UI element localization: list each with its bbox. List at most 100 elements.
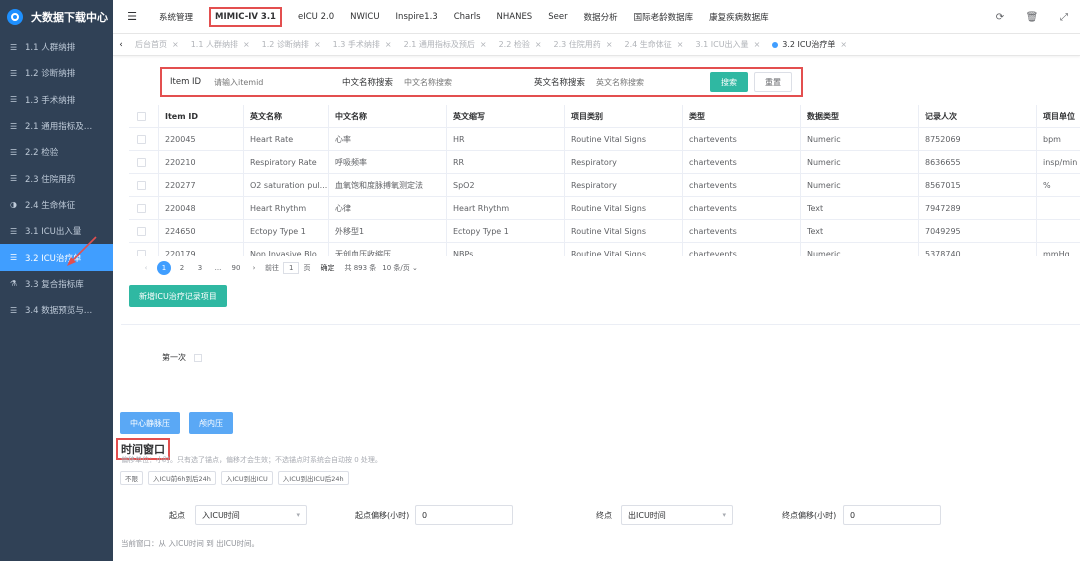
time-window-preset-button[interactable]: 入ICU到出ICU后24h: [277, 471, 349, 485]
tag-item[interactable]: 后台首页 ×: [129, 39, 185, 50]
trash-icon[interactable]: 🗑: [1016, 12, 1048, 23]
item-id-input[interactable]: [214, 77, 324, 87]
tag-item[interactable]: 3.2 ICU治疗单 ×: [766, 39, 853, 50]
end-select[interactable]: 出ICU时间 ▾: [621, 505, 733, 525]
row-checkbox[interactable]: [137, 203, 146, 213]
start-offset-input[interactable]: 0: [415, 505, 513, 525]
cn-name-input[interactable]: [404, 77, 534, 87]
row-checkbox[interactable]: [137, 226, 146, 236]
sidebar-item[interactable]: ☰ 2.1 通用指标及…: [0, 113, 113, 139]
db-tab-label: eICU 2.0: [297, 11, 335, 22]
row-checkbox-cell: [129, 151, 159, 173]
db-tab[interactable]: Charls: [446, 0, 489, 34]
db-tab[interactable]: 系统管理: [151, 0, 201, 34]
row-checkbox[interactable]: [137, 157, 146, 167]
sidebar-item[interactable]: ☰ 3.4 数据预览与…: [0, 297, 113, 323]
page-number[interactable]: ...: [211, 261, 225, 275]
close-icon[interactable]: ×: [754, 40, 761, 49]
close-icon[interactable]: ×: [314, 40, 321, 49]
confirm-button[interactable]: 确定: [320, 263, 334, 273]
row-checkbox[interactable]: [137, 249, 146, 256]
close-icon[interactable]: ×: [606, 40, 613, 49]
search-button[interactable]: 搜索: [710, 72, 748, 92]
start-select[interactable]: 入ICU时间 ▾: [195, 505, 307, 525]
table-row[interactable]: 224650 Ectopy Type 1 外移型1 Ectopy Type 1 Rout…: [129, 220, 1080, 243]
table-row[interactable]: 220277 O2 saturation pul... 血氧饱和度脉搏氧测定法 SpO…: [129, 174, 1080, 197]
close-icon[interactable]: ×: [385, 40, 392, 49]
tag-item[interactable]: 3.1 ICU出入量 ×: [689, 39, 766, 50]
fullscreen-icon[interactable]: ⤢: [1048, 12, 1080, 23]
sidebar-item[interactable]: ◑ 2.4 生命体征: [0, 192, 113, 218]
column-header: 类型: [683, 105, 801, 127]
close-icon[interactable]: ×: [535, 40, 542, 49]
table-cell: Non Invasive Blo...: [244, 243, 329, 256]
end-offset-input[interactable]: 0: [843, 505, 941, 525]
close-icon[interactable]: ×: [840, 40, 847, 49]
tag-item[interactable]: 2.3 住院用药 ×: [548, 39, 619, 50]
table-row[interactable]: 220048 Heart Rhythm 心律 Heart Rhythm Routine …: [129, 197, 1080, 220]
cvp-button[interactable]: 中心静脉压: [120, 412, 180, 434]
db-tab[interactable]: NHANES: [489, 0, 541, 34]
tag-item[interactable]: 2.2 检验 ×: [493, 39, 548, 50]
table-cell: HR: [447, 128, 565, 150]
db-tab[interactable]: eICU 2.0: [290, 0, 342, 34]
sidebar-nav: ☰ 1.1 人群纳排 ☰ 1.2 诊断纳排 ☰ 1.3 手术纳排 ☰ 2.1 通用指标及… ☰ 2…: [0, 34, 113, 323]
chevron-left-icon[interactable]: ‹: [113, 40, 129, 50]
row-checkbox[interactable]: [137, 180, 146, 190]
row-checkbox[interactable]: [137, 134, 146, 144]
current-window-text: 当前窗口：从 入ICU时间 到 出ICU时间。: [121, 539, 260, 548]
db-tab[interactable]: 数据分析: [576, 0, 626, 34]
table-cell: mmHg: [1037, 243, 1080, 257]
sidebar-item[interactable]: ☰ 1.1 人群纳排: [0, 34, 113, 60]
sidebar-item[interactable]: ⚗ 3.3 复合指标库: [0, 271, 113, 297]
refresh-icon[interactable]: ⟳: [984, 12, 1016, 23]
list-icon: ☰: [10, 226, 18, 236]
page-number[interactable]: 2: [175, 261, 189, 275]
close-icon[interactable]: ×: [677, 40, 684, 49]
tag-item[interactable]: 1.2 诊断纳排 ×: [256, 39, 327, 50]
table-row[interactable]: 220179 Non Invasive Blo... 无创血压收缩压 NBPs Rout…: [129, 243, 1080, 256]
first-time-checkbox[interactable]: [194, 353, 202, 362]
sidebar-item[interactable]: ☰ 2.3 住院用药: [0, 165, 113, 191]
tag-item[interactable]: 2.1 通用指标及预后 ×: [398, 39, 493, 50]
time-window-preset-button[interactable]: 不限: [120, 471, 143, 485]
close-icon[interactable]: ×: [172, 40, 179, 49]
db-tab[interactable]: Seer: [540, 0, 575, 34]
sidebar-item[interactable]: ☰ 2.2 检验: [0, 139, 113, 165]
annotation-arrow-icon: [67, 236, 97, 266]
app-logo[interactable]: 大数据下载中心: [0, 0, 113, 34]
reset-button[interactable]: 重置: [754, 72, 792, 92]
next-page-icon[interactable]: ›: [247, 261, 261, 275]
hamburger-icon[interactable]: ☰: [113, 10, 151, 23]
prev-page-icon[interactable]: ‹: [139, 261, 153, 275]
db-tab[interactable]: 国际老龄数据库: [626, 0, 702, 34]
table-row[interactable]: 220210 Respiratory Rate 呼吸频率 RR Respiratory c…: [129, 151, 1080, 174]
page-size-select[interactable]: 10 条/页 ⌄: [382, 263, 418, 273]
close-icon[interactable]: ×: [480, 40, 487, 49]
close-icon[interactable]: ×: [243, 40, 250, 49]
iap-button[interactable]: 颅内压: [189, 412, 233, 434]
db-tab[interactable]: Inspire1.3: [388, 0, 446, 34]
sidebar-item[interactable]: ☰ 1.2 诊断纳排: [0, 60, 113, 86]
tag-item[interactable]: 2.4 生命体征 ×: [619, 39, 690, 50]
tag-item[interactable]: 1.1 人群纳排 ×: [185, 39, 256, 50]
page-number[interactable]: 1: [157, 261, 171, 275]
first-time-label: 第一次: [162, 353, 186, 362]
en-name-input[interactable]: [596, 77, 700, 87]
time-window-preset-button[interactable]: 入ICU到出ICU: [220, 471, 273, 485]
time-window-preset-button[interactable]: 入ICU前6h到后24h: [148, 471, 216, 485]
sidebar-item-label: 1.3 手术纳排: [25, 95, 76, 106]
select-all-checkbox[interactable]: [137, 111, 146, 121]
add-icu-item-button[interactable]: 新增ICU治疗记录项目: [129, 285, 227, 307]
tag-item[interactable]: 1.3 手术纳排 ×: [327, 39, 398, 50]
column-header: Item ID: [159, 105, 244, 127]
page-number[interactable]: 90: [229, 261, 243, 275]
db-tab[interactable]: 康复疾病数据库: [701, 0, 777, 34]
db-tab[interactable]: MIMIC-IV 3.1: [201, 0, 290, 34]
table-cell: [1037, 220, 1080, 242]
sidebar-item[interactable]: ☰ 1.3 手术纳排: [0, 87, 113, 113]
goto-input[interactable]: 1: [283, 262, 300, 274]
table-row[interactable]: 220045 Heart Rate 心率 HR Routine Vital Signs c…: [129, 128, 1080, 151]
db-tab[interactable]: NWICU: [342, 0, 387, 34]
page-number[interactable]: 3: [193, 261, 207, 275]
